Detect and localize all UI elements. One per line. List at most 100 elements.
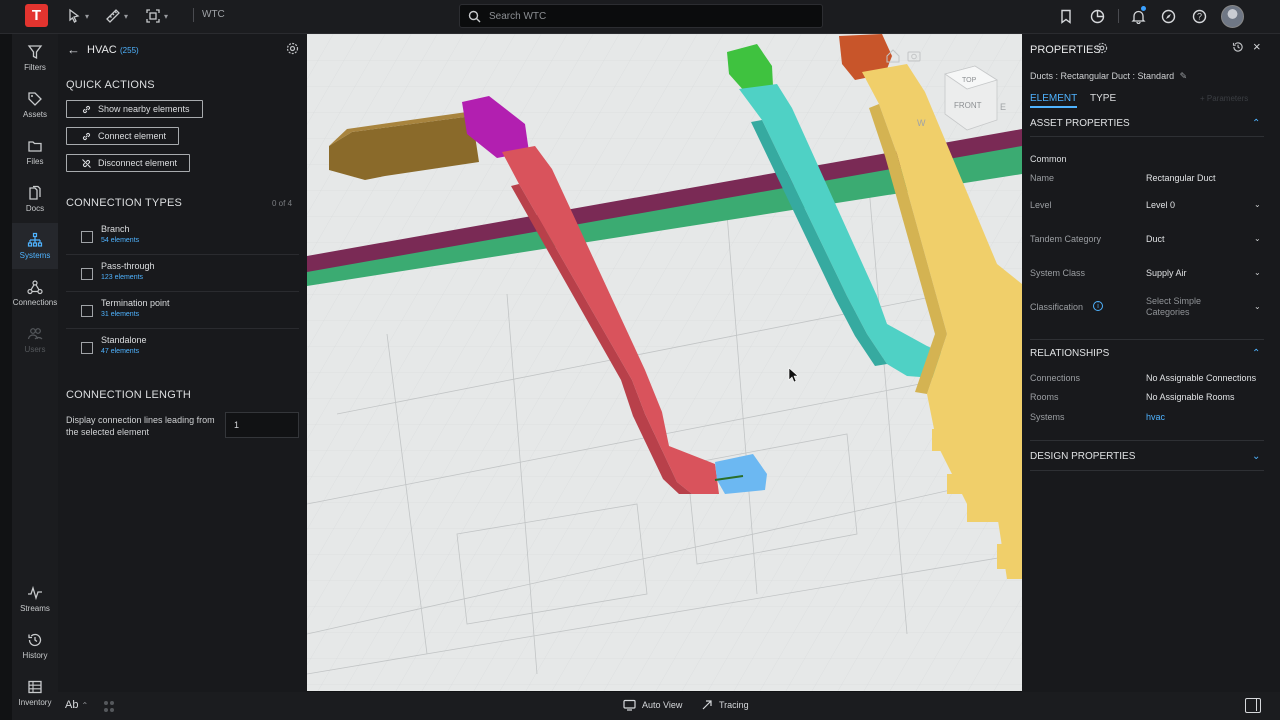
rail-item-assets[interactable]: Assets (12, 82, 58, 128)
rooms-value: No Assignable Rooms (1146, 392, 1235, 402)
section-tool-menu[interactable]: ▾ (145, 6, 168, 26)
chevron-down-icon[interactable]: ⌄ (1254, 302, 1261, 311)
app-logo[interactable]: T (25, 4, 48, 27)
bookmark-button[interactable] (1057, 7, 1075, 25)
search-box[interactable] (459, 4, 823, 28)
tab-type[interactable]: TYPE (1090, 93, 1116, 104)
label-toggle[interactable]: Ab ⌃ (65, 699, 88, 711)
toggle-panel-icon[interactable] (1245, 698, 1261, 713)
connection-type-row[interactable]: Standalone 47 elements (66, 329, 299, 366)
chevron-down-icon[interactable]: ⌄ (1254, 268, 1261, 277)
asset-properties-title[interactable]: ASSET PROPERTIES (1030, 118, 1264, 129)
design-properties-title[interactable]: DESIGN PROPERTIES (1030, 451, 1264, 462)
measure-tool-menu[interactable]: ▾ (105, 6, 128, 26)
insights-button[interactable] (1088, 7, 1106, 25)
connection-type-count[interactable]: 123 elements (101, 274, 143, 281)
rail-item-files[interactable]: Files (12, 129, 58, 175)
connection-type-row[interactable]: Pass-through 123 elements (66, 255, 299, 292)
settings-button[interactable] (286, 42, 299, 58)
checkbox[interactable] (81, 305, 93, 317)
streams-icon (28, 585, 42, 601)
systems-icon (27, 232, 43, 247)
cursor-select-icon (69, 8, 80, 23)
rail-item-filters[interactable]: Filters (12, 35, 58, 81)
tandem-category-select[interactable]: Duct (1146, 234, 1165, 244)
system-element-count: (255) (120, 46, 139, 55)
model-view[interactable]: TOP FRONT W E (307, 34, 1022, 691)
rail-item-users[interactable]: Users (12, 317, 58, 363)
relationships-title[interactable]: RELATIONSHIPS (1030, 348, 1264, 359)
disconnect-element-button[interactable]: Disconnect element (66, 154, 191, 172)
info-icon[interactable]: i (1093, 301, 1103, 311)
connection-type-row[interactable]: Branch 54 elements (66, 218, 299, 255)
add-parameters-link[interactable]: + Parameters (1200, 94, 1248, 103)
dots-grid-icon (104, 701, 114, 712)
field-key: Rooms (1030, 392, 1059, 402)
chevron-up-icon[interactable]: ⌃ (1252, 118, 1260, 129)
connect-element-button[interactable]: Connect element (66, 127, 180, 145)
ruler-icon (106, 9, 120, 23)
help-button[interactable]: ? (1190, 7, 1208, 25)
connection-types-title: CONNECTION TYPES (66, 197, 183, 209)
rail-item-streams[interactable]: Streams (12, 576, 58, 622)
button-label: Show nearby elements (98, 104, 190, 114)
connections-icon (27, 280, 43, 295)
system-title: HVAC (87, 44, 117, 56)
close-icon[interactable]: × (1253, 39, 1261, 54)
connection-length-input[interactable] (225, 412, 299, 438)
viewcube-front-label: FRONT (954, 101, 982, 110)
chevron-down-icon[interactable]: ⌄ (1254, 234, 1261, 243)
auto-view-button[interactable]: Auto View (623, 699, 682, 711)
systems-link[interactable]: hvac (1146, 412, 1165, 422)
left-rail: Filters Assets Files Docs Systems Connec… (12, 34, 58, 720)
search-input[interactable] (489, 10, 789, 22)
rail-item-systems[interactable]: Systems (12, 223, 58, 269)
explore-button[interactable] (1159, 7, 1177, 25)
connection-type-name: Standalone (101, 335, 147, 345)
field-value-name[interactable]: Rectangular Duct (1146, 173, 1216, 183)
connection-type-count[interactable]: 47 elements (101, 348, 139, 355)
checkbox[interactable] (81, 268, 93, 280)
chevron-down-icon[interactable]: ⌄ (1252, 451, 1260, 462)
rail-item-docs[interactable]: Docs (12, 176, 58, 222)
tab-element[interactable]: ELEMENT (1030, 93, 1078, 108)
tracing-button[interactable]: Tracing (701, 699, 749, 711)
connection-type-count[interactable]: 54 elements (101, 237, 139, 244)
dots-icon[interactable] (103, 700, 119, 717)
level-select[interactable]: Level 0 (1146, 200, 1175, 210)
properties-history-button[interactable] (1232, 41, 1244, 56)
checkbox[interactable] (81, 342, 93, 354)
field-key: Connections (1030, 373, 1081, 383)
user-avatar[interactable] (1221, 5, 1244, 28)
back-arrow-icon[interactable]: ← (67, 42, 80, 57)
connection-type-count[interactable]: 31 elements (101, 311, 139, 318)
bookmark-icon (1061, 9, 1071, 24)
rail-item-inventory[interactable]: Inventory (12, 670, 58, 716)
system-class-select[interactable]: Supply Air (1146, 268, 1187, 278)
properties-panel: PROPERTIES × Ducts : Rectangular Duct : … (1022, 34, 1280, 692)
viewcube-top-label: TOP (962, 77, 977, 84)
checkbox[interactable] (81, 231, 93, 243)
chevron-up-icon[interactable]: ⌃ (1252, 348, 1260, 359)
3d-viewport[interactable]: TOP FRONT W E (307, 34, 1022, 691)
rail-item-connections[interactable]: Connections (12, 270, 58, 316)
select-tool-menu[interactable]: ▾ (66, 6, 89, 26)
properties-settings-button[interactable] (1096, 42, 1108, 57)
systems-panel: ← HVAC (255) QUICK ACTIONS Show nearby e… (58, 34, 307, 692)
connection-type-row[interactable]: Termination point 31 elements (66, 292, 299, 329)
classification-select[interactable]: Select Simple Categories (1146, 296, 1241, 318)
search-icon (468, 10, 481, 22)
chevron-down-icon: ▾ (124, 11, 129, 21)
compass-icon (1161, 9, 1175, 23)
history-icon (28, 633, 42, 647)
rail-item-history[interactable]: History (12, 623, 58, 669)
chevron-down-icon[interactable]: ⌄ (1254, 200, 1261, 209)
chevron-up-icon: ⌃ (81, 701, 89, 710)
filter-icon (27, 45, 43, 60)
folder-icon (28, 141, 42, 152)
show-nearby-elements-button[interactable]: Show nearby elements (66, 100, 203, 118)
toolbar-divider (193, 8, 194, 22)
svg-text:?: ? (1196, 11, 1201, 21)
field-key: Systems (1030, 412, 1065, 422)
edit-link-icon[interactable]: ✎ (1180, 71, 1188, 81)
